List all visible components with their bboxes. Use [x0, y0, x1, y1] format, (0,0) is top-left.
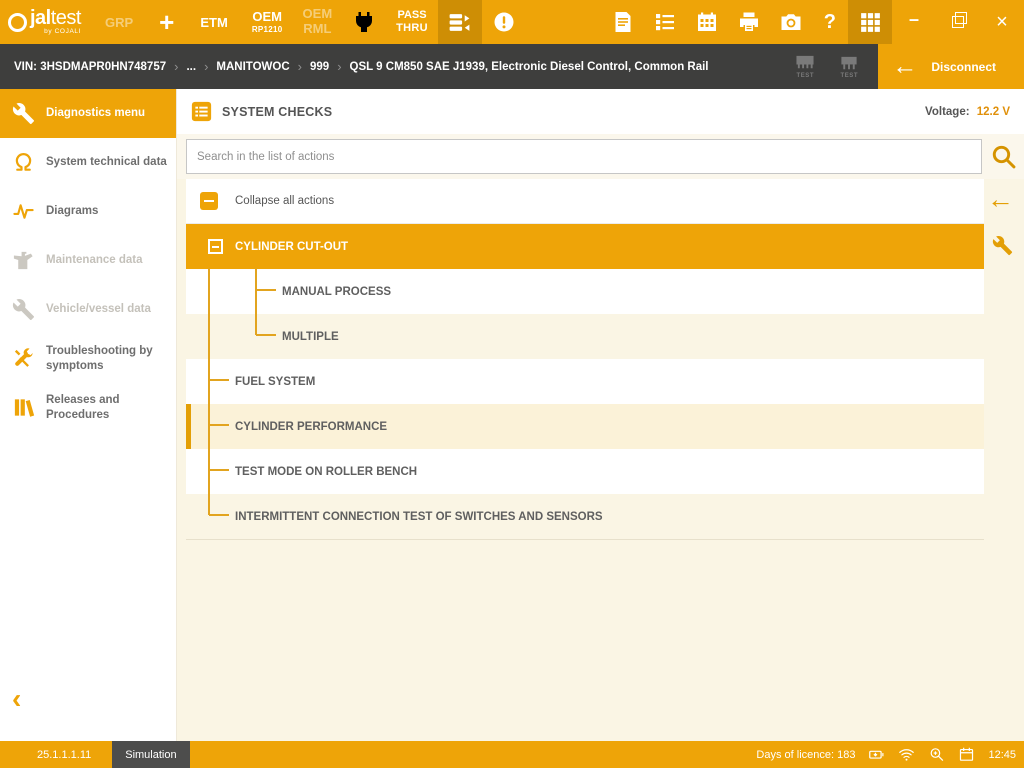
sidebar-item-troubleshooting-by-symptoms[interactable]: Troubleshooting by symptoms	[0, 334, 176, 383]
breadcrumb-bar: VIN: 3HSDMAPR0HN748757 › ... › MANITOWOC…	[0, 44, 1024, 89]
close-button[interactable]: ×	[980, 0, 1024, 44]
jaltest-logo[interactable]: jaltest by COJALI	[0, 0, 91, 44]
voltage-value: 12.2 V	[977, 106, 1010, 118]
section-header: SYSTEM CHECKS Voltage: 12.2 V	[177, 89, 1024, 134]
action-row-multiple[interactable]: MULTIPLE	[186, 314, 984, 359]
sidebar-item-diagnostics-menu[interactable]: Diagnostics menu	[0, 89, 176, 138]
sidebar-collapse-chevron[interactable]: ‹	[12, 685, 21, 713]
system-checks-icon	[191, 101, 212, 122]
camera-icon[interactable]	[770, 0, 812, 44]
collapse-node-icon[interactable]	[208, 239, 223, 254]
apps-grid-button[interactable]	[848, 0, 892, 44]
vehicle-scan-icon[interactable]	[928, 746, 945, 763]
collapse-all-icon	[200, 192, 218, 210]
action-row-fuel-system[interactable]: FUEL SYSTEM	[186, 359, 984, 404]
help-icon[interactable]: ?	[812, 0, 848, 44]
clock-time: 12:45	[988, 749, 1016, 761]
brand-name: jaltest	[30, 8, 81, 28]
search-icon[interactable]	[982, 142, 1024, 171]
restore-button[interactable]	[936, 0, 980, 44]
oil-can-icon	[10, 249, 37, 272]
search-band	[177, 134, 1024, 179]
grp-button[interactable]: GRP	[91, 0, 147, 44]
action-row-intermittent-connection-test[interactable]: INTERMITTENT CONNECTION TEST OF SWITCHES…	[186, 494, 984, 540]
checklist-icon[interactable]	[644, 0, 686, 44]
top-toolbar: jaltest by COJALI GRP + ETM OEM RP1210 O…	[0, 0, 1024, 44]
restore-icon	[952, 16, 964, 28]
page-title: SYSTEM CHECKS	[222, 105, 332, 119]
sidebar-item-system-technical-data[interactable]: System technical data	[0, 138, 176, 187]
books-icon	[10, 396, 37, 419]
oem-rp1210-button[interactable]: OEM RP1210	[242, 0, 293, 44]
collapse-all-actions[interactable]: Collapse all actions	[186, 179, 984, 224]
version-number: 25.1.1.1.11	[37, 749, 91, 761]
breadcrumb-separator: ›	[204, 59, 208, 74]
vehicle-wrench-icon	[10, 298, 37, 321]
sidebar: Diagnostics menu System technical data D…	[0, 89, 177, 741]
breadcrumb-vin[interactable]: VIN: 3HSDMAPR0HN748757	[14, 61, 166, 73]
pass-thru-button[interactable]: PASS THRU	[386, 0, 438, 44]
fault-info-icon[interactable]	[482, 0, 526, 44]
system-test-icon: TEST	[792, 54, 818, 79]
breadcrumb-model[interactable]: 999	[310, 61, 329, 73]
back-arrow-icon: ←	[892, 54, 917, 79]
printer-icon[interactable]	[728, 0, 770, 44]
calendar-icon[interactable]	[686, 0, 728, 44]
breadcrumb-separator: ›	[298, 59, 302, 74]
diagnostics-wrench-button[interactable]	[992, 235, 1013, 256]
wifi-icon[interactable]	[898, 746, 915, 763]
logo-gear-icon	[8, 13, 27, 32]
test-status-group: TEST TEST	[776, 54, 878, 79]
waveform-icon	[10, 200, 37, 223]
status-bar: 25.1.1.1.11 Simulation Days of licence: …	[0, 741, 1024, 768]
simulation-badge: Simulation	[112, 741, 189, 768]
breadcrumb-make[interactable]: MANITOWOC	[216, 61, 289, 73]
wrench-icon	[10, 102, 37, 125]
jaltest-app: jaltest by COJALI GRP + ETM OEM RP1210 O…	[0, 0, 1024, 768]
breadcrumb-system[interactable]: QSL 9 CM850 SAE J1939, Electronic Diesel…	[350, 61, 709, 73]
sidebar-item-maintenance-data[interactable]: Maintenance data	[0, 236, 176, 285]
window-controls: – ×	[892, 0, 1024, 44]
main-panel: SYSTEM CHECKS Voltage: 12.2 V Collapse a…	[177, 89, 1024, 741]
brand-subtitle: by COJALI	[44, 29, 81, 36]
status-right-group: Days of licence: 183 12:45	[756, 746, 1024, 763]
report-icon[interactable]	[602, 0, 644, 44]
breadcrumb-ellipsis[interactable]: ...	[186, 61, 196, 73]
disconnect-button[interactable]: ← Disconnect	[878, 44, 1024, 89]
battery-status-icon[interactable]	[868, 746, 885, 763]
minimize-button[interactable]: –	[892, 0, 936, 44]
omega-icon	[10, 151, 37, 174]
breadcrumb-separator: ›	[174, 59, 178, 74]
action-row-cylinder-cut-out[interactable]: CYLINDER CUT-OUT	[186, 224, 984, 269]
sidebar-item-vehicle-vessel-data[interactable]: Vehicle/vessel data	[0, 285, 176, 334]
logo-text: jaltest by COJALI	[30, 8, 81, 36]
voltage-indicator: Voltage: 12.2 V	[925, 106, 1010, 118]
back-arrow-button[interactable]: ←	[987, 186, 1014, 213]
action-row-test-mode-on-roller-bench[interactable]: TEST MODE ON ROLLER BENCH	[186, 449, 984, 494]
add-vehicle-button[interactable]: +	[147, 0, 186, 44]
sidebar-item-diagrams[interactable]: Diagrams	[0, 187, 176, 236]
content-area: Diagnostics menu System technical data D…	[0, 89, 1024, 741]
diagnostics-connection-icon	[447, 10, 472, 35]
breadcrumb-separator: ›	[337, 59, 341, 74]
search-input[interactable]	[186, 139, 982, 174]
actions-list: Collapse all actions CYLINDER CUT-OUT MA…	[186, 179, 984, 540]
toolbar-right-group: ? – ×	[602, 0, 1024, 44]
minimize-icon: –	[909, 9, 919, 36]
calendar-status-icon[interactable]	[958, 746, 975, 763]
licence-days: Days of licence: 183	[756, 749, 855, 761]
apps-grid-icon	[858, 10, 883, 35]
component-test-icon: TEST	[836, 54, 862, 79]
oem-rml-button[interactable]: OEM RML	[293, 0, 343, 44]
diagnostics-connection-button[interactable]	[438, 0, 482, 44]
crossed-tools-icon	[10, 347, 37, 370]
sidebar-item-releases-and-procedures[interactable]: Releases and Procedures	[0, 383, 176, 432]
action-row-manual-process[interactable]: MANUAL PROCESS	[186, 269, 984, 314]
action-row-cylinder-performance[interactable]: CYLINDER PERFORMANCE	[186, 404, 984, 449]
adapter-icon[interactable]	[342, 0, 386, 44]
etm-button[interactable]: ETM	[186, 0, 241, 44]
wrench-icon	[992, 235, 1013, 256]
